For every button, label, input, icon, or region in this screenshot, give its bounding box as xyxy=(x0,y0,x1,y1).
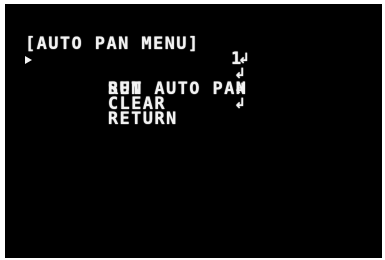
enter-icon: ↲ xyxy=(234,66,248,82)
enter-icon: ↲ xyxy=(238,51,252,67)
menu-title: [AUTO PAN MENU] xyxy=(25,34,200,54)
enter-icon: ↲ xyxy=(234,96,248,112)
auto-pan-menu: [AUTO PAN MENU] SET AUTO PAN 1 ↲ RUN ↲ C… xyxy=(25,34,250,128)
menu-item-set-auto-pan[interactable]: SET AUTO PAN 1 ↲ xyxy=(25,51,250,98)
menu-item-run[interactable]: RUN ↲ xyxy=(25,66,248,98)
menu-item-return[interactable]: RETURN ↲ xyxy=(25,96,248,128)
cursor-arrow-icon xyxy=(25,56,32,64)
enter-icon: ↲ xyxy=(234,81,248,97)
menu-item-label: RETURN xyxy=(107,109,178,129)
menu-item-clear[interactable]: CLEAR ↲ xyxy=(25,81,248,113)
osd-screen: [AUTO PAN MENU] SET AUTO PAN 1 ↲ RUN ↲ C… xyxy=(5,4,382,258)
